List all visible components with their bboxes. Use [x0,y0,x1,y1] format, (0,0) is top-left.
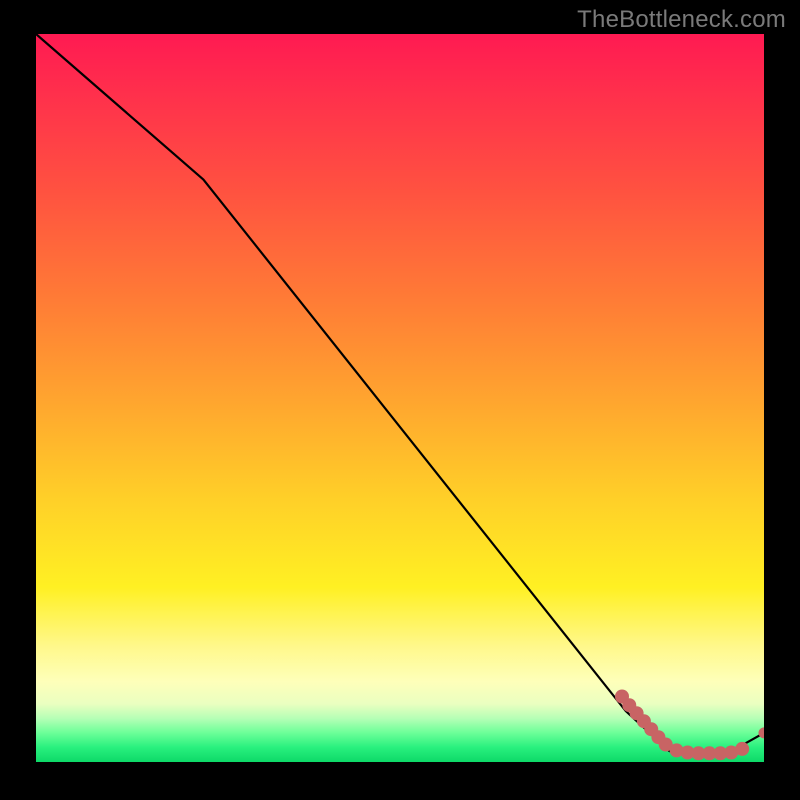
plot-area [36,34,764,762]
chart-frame: TheBottleneck.com [0,0,800,800]
marker-group [615,690,764,761]
curve-line [36,34,764,753]
watermark-text: TheBottleneck.com [577,6,786,34]
chart-overlay [36,34,764,762]
marker-point [735,742,749,756]
